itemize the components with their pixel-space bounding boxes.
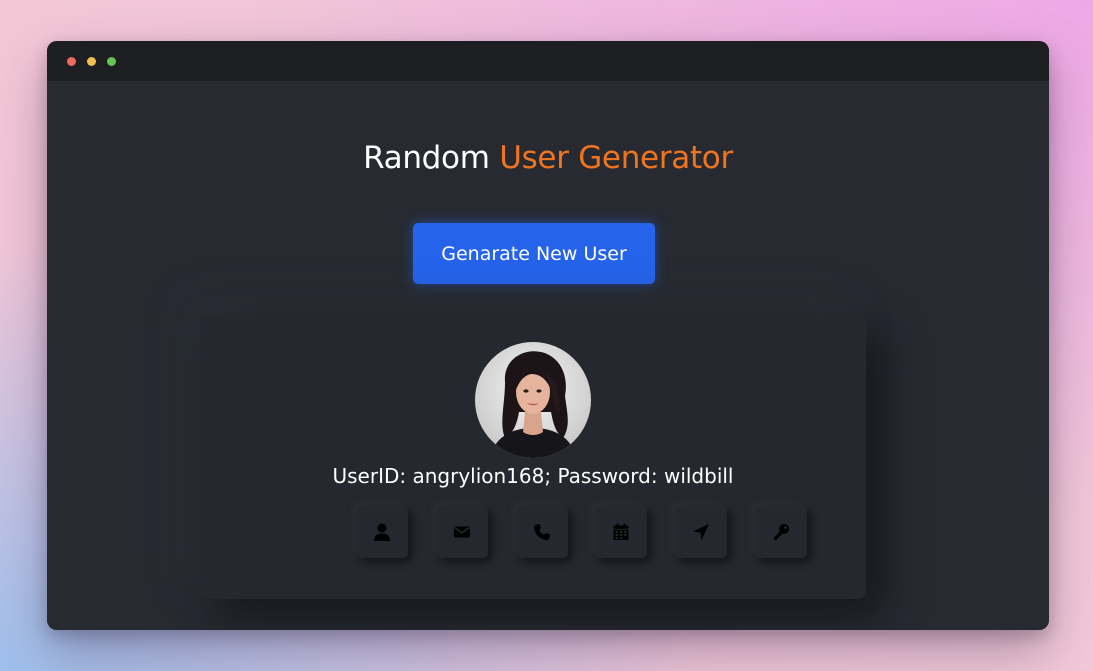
title-main-text: Random bbox=[363, 140, 500, 176]
user-icon bbox=[374, 523, 390, 541]
user-phone-tab[interactable] bbox=[516, 506, 568, 558]
maximize-window-dot[interactable] bbox=[107, 57, 116, 66]
user-name-tab[interactable] bbox=[356, 506, 408, 558]
user-password-tab[interactable] bbox=[755, 506, 807, 558]
phone-icon bbox=[534, 524, 550, 540]
user-birthday-tab[interactable] bbox=[595, 506, 647, 558]
generate-new-user-button[interactable]: Genarate New User bbox=[413, 223, 655, 284]
page-title: Random User Generator bbox=[47, 139, 1049, 177]
key-icon bbox=[774, 524, 789, 540]
minimize-window-dot[interactable] bbox=[87, 57, 96, 66]
calendar-icon bbox=[613, 523, 629, 540]
close-window-dot[interactable] bbox=[67, 57, 76, 66]
user-credentials-text: UserID: angrylion168; Password: wildbill bbox=[332, 464, 734, 488]
location-arrow-icon bbox=[693, 524, 709, 540]
envelope-icon bbox=[454, 526, 470, 538]
title-accent-text: User Generator bbox=[499, 140, 733, 176]
user-email-tab[interactable] bbox=[436, 506, 488, 558]
page-content: Random User Generator Genarate New User bbox=[47, 81, 1049, 630]
browser-window: Random User Generator Genarate New User bbox=[47, 41, 1049, 630]
user-detail-icon-row bbox=[200, 506, 866, 558]
user-card: UserID: angrylion168; Password: wildbill bbox=[200, 314, 866, 599]
user-location-tab[interactable] bbox=[675, 506, 727, 558]
user-avatar bbox=[475, 342, 591, 458]
window-titlebar bbox=[47, 41, 1049, 81]
